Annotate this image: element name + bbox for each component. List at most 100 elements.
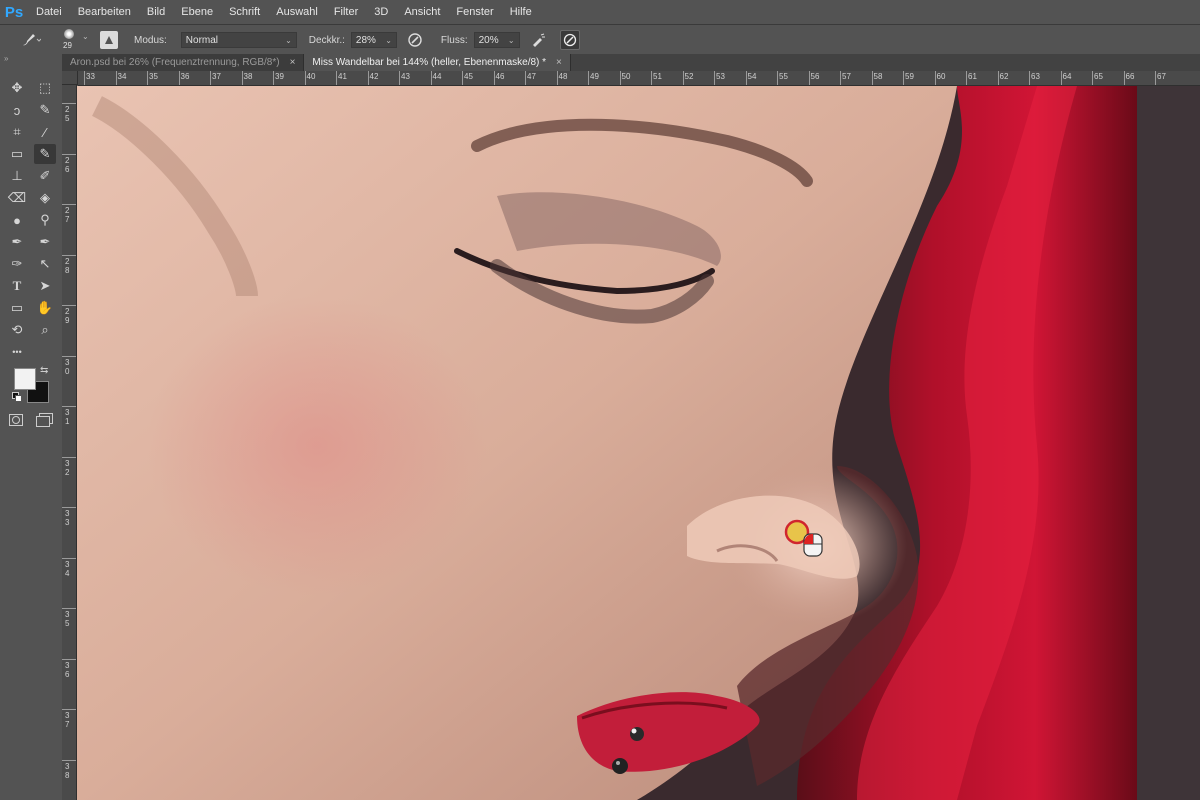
tab-aron-psd[interactable]: Aron.psd bei 26% (Frequenztrennung, RGB/… (62, 54, 305, 71)
menu-bild[interactable]: Bild (139, 0, 173, 24)
chevron-down-icon: ⌄ (385, 36, 392, 45)
brush-size-picker[interactable]: 29 ⌄ (58, 26, 96, 54)
menu-ansicht[interactable]: Ansicht (396, 0, 448, 24)
ruler-tick (714, 71, 715, 85)
tools-panel: » ✥ ⬚ ↄ ✎ ⌗ ⁄ ▭ ✎ ⊥ ✐ ⌫ ◈ ● ⚲ ✒ ✒ ✑ ↖ T ➤ ▭ ✋ ⟲ ⌕ ••• ⇆ (0, 54, 63, 800)
swap-colors-icon[interactable]: ⇆ (40, 365, 48, 376)
pen-alt-icon[interactable]: ✑ (6, 254, 28, 274)
ruler-tick-label: 37 (212, 72, 221, 81)
flow-field[interactable]: 20% ⌄ (473, 32, 520, 48)
eraser-icon[interactable]: ⌫ (6, 188, 28, 208)
rectangle-icon[interactable]: ▭ (6, 298, 28, 318)
ruler-tick-label: 35 (149, 72, 158, 81)
pen-icon[interactable]: ✒ (6, 232, 28, 252)
ruler-tick-label: 3 2 (65, 458, 70, 477)
lasso-icon[interactable]: ↄ (6, 100, 28, 120)
history-brush-icon[interactable]: ✐ (34, 166, 56, 186)
airbrush-toggle[interactable] (528, 30, 548, 50)
ruler-tick-label: 34 (117, 72, 127, 81)
clone-stamp-icon[interactable]: ⊥ (6, 166, 28, 186)
zoom-icon[interactable]: ⌕ (34, 320, 56, 340)
ruler-tick (62, 456, 76, 458)
hand-icon[interactable]: ✋ (34, 298, 56, 318)
move-icon[interactable]: ✥ (6, 78, 28, 98)
brush-icon[interactable]: ✎ (34, 144, 56, 164)
direct-select-icon[interactable]: ➤ (34, 276, 56, 296)
document-canvas[interactable] (77, 86, 1200, 800)
menu-ebene[interactable]: Ebene (173, 0, 221, 24)
ruler-tick (178, 71, 180, 85)
tab-label: Miss Wandelbar bei 144% (heller, Ebenenm… (312, 57, 547, 68)
crop-icon[interactable]: ⌗ (6, 122, 28, 142)
opacity-value: 28% (355, 35, 376, 46)
tool-preset-picker[interactable] (10, 28, 50, 52)
flow-label: Fluss: (440, 34, 468, 46)
ruler-tick (619, 71, 621, 85)
tab-miss-wandelbar[interactable]: Miss Wandelbar bei 144% (heller, Ebenenm… (304, 54, 571, 71)
ruler-tick-label: 3 3 (65, 509, 70, 527)
quick-select-icon[interactable]: ✎ (34, 100, 56, 120)
default-colors-icon[interactable] (12, 392, 22, 402)
menu-auswahl[interactable]: Auswahl (268, 0, 326, 24)
menu-bearbeiten[interactable]: Bearbeiten (70, 0, 139, 24)
ruler-tick-label: 52 (684, 72, 694, 81)
ruler-tick (62, 557, 76, 559)
opacity-field[interactable]: 28% ⌄ (350, 32, 397, 48)
menu-3d[interactable]: 3D (366, 0, 396, 24)
ruler-tick (651, 71, 652, 85)
ruler-tick-label: 33 (86, 72, 95, 81)
brush-panel-toggle[interactable] (100, 31, 118, 49)
dodge-icon[interactable]: ⚲ (34, 210, 56, 230)
options-bar: 29 ⌄ Modus: Normal ⌄ Deckkr.: 28% ⌄ Flus… (0, 24, 1200, 56)
marquee-icon[interactable]: ⬚ (34, 78, 56, 98)
ruler-tick (1029, 71, 1030, 85)
freeform-pen-icon[interactable]: ✒ (34, 232, 56, 252)
horizontal-ruler[interactable]: 33 34 35 36 37 38 39 40 41 42 43 44 45 46 47 48 49 50 51 52… (78, 71, 1200, 86)
ruler-tick (399, 71, 400, 85)
ruler-tick (808, 71, 810, 85)
ruler-tick (62, 709, 76, 710)
ruler-tick-label: 56 (810, 72, 820, 81)
ruler-tick (84, 71, 85, 85)
eyedropper-icon[interactable]: ⁄ (34, 122, 56, 142)
ruler-tick (777, 71, 778, 85)
menu-fenster[interactable]: Fenster (448, 0, 501, 24)
mode-value: Normal (185, 35, 219, 46)
path-select-icon[interactable]: ↖ (34, 254, 56, 274)
quick-mask-icon[interactable] (9, 414, 23, 426)
menu-filter[interactable]: Filter (326, 0, 366, 24)
ruler-tick (997, 71, 999, 85)
ruler-tick-label: 55 (779, 72, 788, 81)
menu-schrift[interactable]: Schrift (221, 0, 268, 24)
ruler-tick-label: 38 (243, 72, 253, 81)
ruler-tick (367, 71, 369, 85)
ruler-tick-label: 3 6 (65, 660, 70, 679)
vertical-ruler[interactable]: 2 5 2 6 2 7 2 8 2 9 3 0 3 1 3 2 3 3 3 4 3 5 3 6 3 7 3… (62, 85, 77, 800)
type-icon[interactable]: T (6, 276, 28, 296)
blur-icon[interactable]: ● (6, 210, 28, 230)
pressure-size-toggle[interactable] (559, 30, 580, 50)
mode-dropdown[interactable]: Normal ⌄ (180, 32, 297, 48)
ruler-tick-label: 2 5 (65, 105, 70, 123)
ruler-tick-label: 45 (464, 72, 473, 81)
menu-datei[interactable]: Datei (28, 0, 70, 24)
menu-hilfe[interactable]: Hilfe (502, 0, 540, 24)
healing-brush-icon[interactable]: ▭ (6, 144, 28, 164)
ruler-tick (62, 305, 76, 306)
pressure-opacity-toggle[interactable] (405, 30, 425, 50)
ruler-tick-label: 49 (590, 72, 599, 81)
rotate-view-icon[interactable]: ⟲ (6, 320, 28, 340)
more-tools-icon[interactable]: ••• (6, 342, 28, 362)
portrait-photo (77, 86, 1200, 800)
ruler-origin[interactable] (62, 71, 78, 85)
ruler-tick-label: 64 (1062, 72, 1072, 81)
paint-bucket-icon[interactable]: ◈ (34, 188, 56, 208)
close-icon[interactable]: × (290, 54, 296, 71)
screen-mode-icon[interactable] (36, 413, 53, 427)
close-icon[interactable]: × (556, 54, 562, 71)
ruler-tick-label: 47 (527, 72, 536, 81)
ruler-tick-label: 43 (401, 72, 410, 81)
foreground-color-swatch[interactable] (14, 368, 36, 390)
photoshop-logo: Ps (4, 3, 24, 21)
toolbar-collapse-icon[interactable]: » (4, 54, 8, 63)
